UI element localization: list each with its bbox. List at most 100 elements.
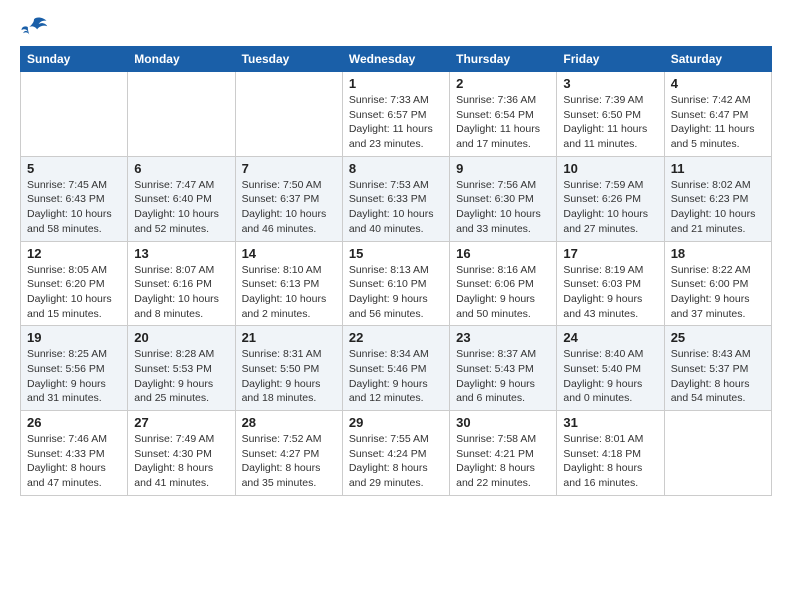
day-number: 14: [242, 246, 336, 261]
day-number: 2: [456, 76, 550, 91]
day-number: 23: [456, 330, 550, 345]
day-info: Sunrise: 7:52 AM Sunset: 4:27 PM Dayligh…: [242, 432, 336, 491]
calendar-cell: 16Sunrise: 8:16 AM Sunset: 6:06 PM Dayli…: [450, 241, 557, 326]
day-number: 15: [349, 246, 443, 261]
calendar-cell: 27 Sunrise: 7:49 AM Sunset: 4:30 PM Dayli…: [128, 411, 235, 496]
calendar-table: SundayMondayTuesdayWednesdayThursdayFrid…: [20, 46, 772, 496]
day-info: Sunrise: 7:47 AM Sunset: 6:40 PM Dayligh…: [134, 178, 228, 237]
day-info: Sunrise: 7:33 AM Sunset: 6:57 PM Dayligh…: [349, 93, 443, 152]
day-info: Sunrise: 7:36 AM Sunset: 6:54 PM Dayligh…: [456, 93, 550, 152]
day-info: Sunrise: 7:56 AM Sunset: 6:30 PM Dayligh…: [456, 178, 550, 237]
day-info: Sunrise: 8:19 AM Sunset: 6:03 PM Dayligh…: [563, 263, 657, 322]
day-info: Sunrise: 8:07 AM Sunset: 6:16 PM Dayligh…: [134, 263, 228, 322]
weekday-header-row: SundayMondayTuesdayWednesdayThursdayFrid…: [21, 47, 772, 72]
logo: [20, 16, 50, 38]
day-info: Sunrise: 8:40 AM Sunset: 5:40 PM Dayligh…: [563, 347, 657, 406]
weekday-header-thursday: Thursday: [450, 47, 557, 72]
calendar-row: 19 Sunrise: 8:25 AM Sunset: 5:56 PM Dayli…: [21, 326, 772, 411]
day-number: 7: [242, 161, 336, 176]
day-info: Sunrise: 8:34 AM Sunset: 5:46 PM Dayligh…: [349, 347, 443, 406]
calendar-cell: 28 Sunrise: 7:52 AM Sunset: 4:27 PM Dayli…: [235, 411, 342, 496]
day-info: Sunrise: 7:58 AM Sunset: 4:21 PM Dayligh…: [456, 432, 550, 491]
calendar-cell: 17 Sunrise: 8:19 AM Sunset: 6:03 PM Dayli…: [557, 241, 664, 326]
calendar-cell: 25 Sunrise: 8:43 AM Sunset: 5:37 PM Dayli…: [664, 326, 771, 411]
day-number: 8: [349, 161, 443, 176]
day-number: 22: [349, 330, 443, 345]
calendar-cell: 23Sunrise: 8:37 AM Sunset: 5:43 PM Dayli…: [450, 326, 557, 411]
day-number: 20: [134, 330, 228, 345]
day-info: Sunrise: 8:05 AM Sunset: 6:20 PM Dayligh…: [27, 263, 121, 322]
day-number: 25: [671, 330, 765, 345]
calendar-cell: 12Sunrise: 8:05 AM Sunset: 6:20 PM Dayli…: [21, 241, 128, 326]
day-info: Sunrise: 7:59 AM Sunset: 6:26 PM Dayligh…: [563, 178, 657, 237]
weekday-header-saturday: Saturday: [664, 47, 771, 72]
calendar-cell: 18 Sunrise: 8:22 AM Sunset: 6:00 PM Dayli…: [664, 241, 771, 326]
calendar-row: 12Sunrise: 8:05 AM Sunset: 6:20 PM Dayli…: [21, 241, 772, 326]
calendar-cell: 13 Sunrise: 8:07 AM Sunset: 6:16 PM Dayli…: [128, 241, 235, 326]
calendar-cell: 26 Sunrise: 7:46 AM Sunset: 4:33 PM Dayli…: [21, 411, 128, 496]
calendar-cell: 21Sunrise: 8:31 AM Sunset: 5:50 PM Dayli…: [235, 326, 342, 411]
weekday-header-wednesday: Wednesday: [342, 47, 449, 72]
day-info: Sunrise: 7:49 AM Sunset: 4:30 PM Dayligh…: [134, 432, 228, 491]
calendar-container: SundayMondayTuesdayWednesdayThursdayFrid…: [0, 0, 792, 512]
weekday-header-friday: Friday: [557, 47, 664, 72]
day-number: 19: [27, 330, 121, 345]
calendar-cell: 1 Sunrise: 7:33 AM Sunset: 6:57 PM Daylig…: [342, 72, 449, 157]
calendar-cell: 30 Sunrise: 7:58 AM Sunset: 4:21 PM Dayli…: [450, 411, 557, 496]
day-number: 21: [242, 330, 336, 345]
day-info: Sunrise: 8:28 AM Sunset: 5:53 PM Dayligh…: [134, 347, 228, 406]
calendar-row: 26 Sunrise: 7:46 AM Sunset: 4:33 PM Dayli…: [21, 411, 772, 496]
calendar-cell: 29 Sunrise: 7:55 AM Sunset: 4:24 PM Dayli…: [342, 411, 449, 496]
day-number: 28: [242, 415, 336, 430]
day-info: Sunrise: 8:02 AM Sunset: 6:23 PM Dayligh…: [671, 178, 765, 237]
day-number: 24: [563, 330, 657, 345]
day-info: Sunrise: 8:10 AM Sunset: 6:13 PM Dayligh…: [242, 263, 336, 322]
calendar-cell: [235, 72, 342, 157]
calendar-cell: [664, 411, 771, 496]
day-info: Sunrise: 7:39 AM Sunset: 6:50 PM Dayligh…: [563, 93, 657, 152]
calendar-row: 5Sunrise: 7:45 AM Sunset: 6:43 PM Daylig…: [21, 156, 772, 241]
calendar-cell: 5Sunrise: 7:45 AM Sunset: 6:43 PM Daylig…: [21, 156, 128, 241]
calendar-cell: 3 Sunrise: 7:39 AM Sunset: 6:50 PM Daylig…: [557, 72, 664, 157]
day-info: Sunrise: 8:16 AM Sunset: 6:06 PM Dayligh…: [456, 263, 550, 322]
day-number: 4: [671, 76, 765, 91]
day-info: Sunrise: 7:55 AM Sunset: 4:24 PM Dayligh…: [349, 432, 443, 491]
day-number: 26: [27, 415, 121, 430]
calendar-cell: 4Sunrise: 7:42 AM Sunset: 6:47 PM Daylig…: [664, 72, 771, 157]
calendar-cell: [21, 72, 128, 157]
day-number: 29: [349, 415, 443, 430]
day-number: 31: [563, 415, 657, 430]
day-info: Sunrise: 7:50 AM Sunset: 6:37 PM Dayligh…: [242, 178, 336, 237]
calendar-cell: 6 Sunrise: 7:47 AM Sunset: 6:40 PM Daylig…: [128, 156, 235, 241]
day-number: 5: [27, 161, 121, 176]
day-number: 27: [134, 415, 228, 430]
weekday-header-monday: Monday: [128, 47, 235, 72]
day-number: 3: [563, 76, 657, 91]
calendar-cell: 24 Sunrise: 8:40 AM Sunset: 5:40 PM Dayli…: [557, 326, 664, 411]
day-number: 18: [671, 246, 765, 261]
day-info: Sunrise: 8:25 AM Sunset: 5:56 PM Dayligh…: [27, 347, 121, 406]
day-info: Sunrise: 7:46 AM Sunset: 4:33 PM Dayligh…: [27, 432, 121, 491]
day-number: 30: [456, 415, 550, 430]
calendar-cell: 10Sunrise: 7:59 AM Sunset: 6:26 PM Dayli…: [557, 156, 664, 241]
header: [20, 16, 772, 38]
day-info: Sunrise: 8:01 AM Sunset: 4:18 PM Dayligh…: [563, 432, 657, 491]
weekday-header-sunday: Sunday: [21, 47, 128, 72]
calendar-cell: 22 Sunrise: 8:34 AM Sunset: 5:46 PM Dayli…: [342, 326, 449, 411]
calendar-cell: 7 Sunrise: 7:50 AM Sunset: 6:37 PM Daylig…: [235, 156, 342, 241]
day-number: 11: [671, 161, 765, 176]
day-number: 17: [563, 246, 657, 261]
calendar-cell: [128, 72, 235, 157]
day-info: Sunrise: 8:22 AM Sunset: 6:00 PM Dayligh…: [671, 263, 765, 322]
calendar-cell: 19 Sunrise: 8:25 AM Sunset: 5:56 PM Dayli…: [21, 326, 128, 411]
calendar-row: 1 Sunrise: 7:33 AM Sunset: 6:57 PM Daylig…: [21, 72, 772, 157]
calendar-cell: 15Sunrise: 8:13 AM Sunset: 6:10 PM Dayli…: [342, 241, 449, 326]
day-number: 6: [134, 161, 228, 176]
day-number: 13: [134, 246, 228, 261]
day-info: Sunrise: 8:43 AM Sunset: 5:37 PM Dayligh…: [671, 347, 765, 406]
day-number: 1: [349, 76, 443, 91]
calendar-cell: 20 Sunrise: 8:28 AM Sunset: 5:53 PM Dayli…: [128, 326, 235, 411]
weekday-header-tuesday: Tuesday: [235, 47, 342, 72]
calendar-cell: 8Sunrise: 7:53 AM Sunset: 6:33 PM Daylig…: [342, 156, 449, 241]
calendar-cell: 31 Sunrise: 8:01 AM Sunset: 4:18 PM Dayli…: [557, 411, 664, 496]
